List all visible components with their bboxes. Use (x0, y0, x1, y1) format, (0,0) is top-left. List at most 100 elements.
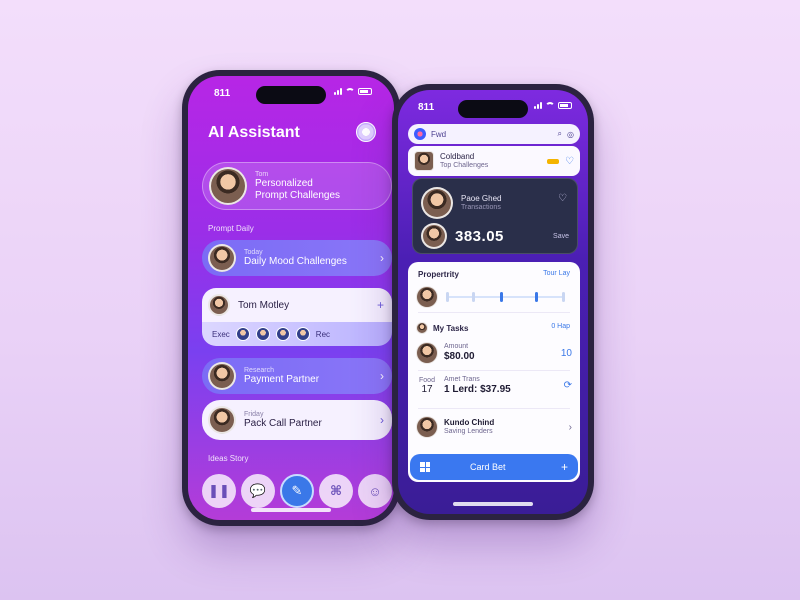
status-icons (534, 102, 572, 109)
avatar-row[interactable]: Exec Rec (202, 322, 392, 346)
balance-card-sub: Transactions (461, 203, 501, 211)
settings-icon[interactable]: ◎ (567, 130, 574, 139)
balance-card[interactable]: Paoe Ghed Transactions ♡ 383.05 Save (412, 178, 578, 254)
avatar (235, 327, 250, 341)
card-label: Pack Call Partner (244, 418, 322, 430)
hero-overline: Tom (255, 171, 269, 178)
notch (458, 100, 528, 118)
phone-finance: 811 Fwd ⌕ ◎ Coldband Top Challenges ♡ Pa… (392, 84, 594, 520)
emoji-icon[interactable]: ☺ (358, 474, 392, 508)
signal-icon (534, 102, 542, 109)
notch (256, 86, 326, 104)
card-label: Tom Motley (238, 299, 290, 311)
heart-icon[interactable]: ♡ (558, 193, 567, 204)
wifi-icon (345, 88, 355, 95)
slider-tick (561, 292, 565, 302)
hero-line2: Prompt Challenges (255, 189, 341, 201)
avatar (255, 327, 270, 341)
transaction-prefix: Food 17 (416, 377, 438, 395)
search-icon[interactable]: ⌕ (558, 129, 562, 139)
chat-icon[interactable]: 💬 (241, 474, 275, 508)
footer-label: Ideas Story (208, 454, 249, 463)
list-item[interactable]: Food 17 Amet Trans 1 Lerd: $37.95 ⟳ (416, 376, 572, 396)
tag-icon[interactable]: ⌘ (319, 474, 353, 508)
phone2-screen: 811 Fwd ⌕ ◎ Coldband Top Challenges ♡ Pa… (398, 90, 588, 514)
hero-card[interactable]: Tom Personalized Prompt Challenges (202, 162, 392, 210)
slider-tick (446, 292, 449, 302)
card-pack-call[interactable]: Friday Pack Call Partner › (202, 400, 392, 440)
chevron-right-icon: › (380, 369, 384, 383)
slider-tick (471, 292, 475, 302)
app-logo-icon (414, 128, 426, 140)
plus-icon[interactable]: + (377, 298, 384, 312)
search-label: Fwd (431, 129, 447, 139)
transaction-value: 1 Lerd: $37.95 (444, 384, 511, 396)
card-overline: Research (244, 366, 274, 374)
card-overline: Friday (244, 410, 264, 418)
battery-icon (558, 102, 572, 109)
avatar (209, 167, 247, 205)
avatar (416, 286, 438, 308)
tasks-action[interactable]: 0 Hap (551, 323, 570, 330)
home-indicator (251, 508, 331, 512)
signal-icon (334, 88, 342, 95)
card-daily-challenges[interactable]: Today Daily Mood Challenges › (202, 240, 392, 276)
avatar (208, 362, 236, 390)
card-overline: Today (244, 248, 263, 256)
card-label: Daily Mood Challenges (244, 256, 347, 268)
panel-action[interactable]: Tour Lay (543, 270, 570, 277)
avatar (416, 342, 438, 364)
cta-label: Card Bet (470, 462, 506, 472)
pause-icon[interactable]: ❚❚ (202, 474, 236, 508)
status-time: 811 (418, 102, 435, 113)
avatar (208, 294, 230, 316)
phone-ai-assistant: 811 AI Assistant Tom Personalized Prompt… (182, 70, 400, 526)
transaction-label: Kundo Chind (444, 418, 495, 428)
hero-line1: Personalized (255, 178, 313, 189)
range-slider[interactable] (446, 292, 565, 302)
wifi-icon (545, 102, 555, 109)
status-icons (334, 88, 372, 95)
avatar-row-trailing: Rec (315, 329, 331, 339)
bottom-dock: ❚❚ 💬 ✎ ⌘ ☺ (202, 472, 392, 510)
slider-handle[interactable] (534, 292, 538, 302)
edit-icon[interactable]: ✎ (280, 474, 314, 508)
avatar-row-label: Exec (212, 329, 230, 339)
plus-icon: + (560, 460, 568, 474)
phone1-screen: 811 AI Assistant Tom Personalized Prompt… (188, 76, 394, 520)
notification-card[interactable]: Coldband Top Challenges ♡ (408, 146, 580, 176)
chevron-right-icon: › (380, 413, 384, 427)
globe-icon[interactable] (356, 122, 376, 142)
windows-icon (420, 462, 430, 472)
details-panel: Propertrity Tour Lay My Tasks 0 Hap Amou… (408, 262, 580, 482)
list-item[interactable]: Amount $80.00 10 (416, 342, 572, 364)
tasks-header: My Tasks (416, 322, 468, 334)
avatar (295, 327, 310, 341)
transaction-action[interactable]: 10 (561, 348, 572, 359)
card-tom-motley[interactable]: Tom Motley + (202, 288, 392, 322)
clock-icon[interactable]: ⟳ (564, 380, 572, 391)
slider-row (416, 286, 565, 308)
list-item[interactable]: Kundo Chind Saving Lenders › (416, 416, 572, 438)
search-bar[interactable]: Fwd ⌕ ◎ (408, 124, 580, 144)
slider-handle[interactable] (500, 292, 504, 302)
status-badge (547, 158, 560, 164)
chevron-right-icon[interactable]: › (569, 422, 572, 433)
card-payment-partner[interactable]: Research Payment Partner › (202, 358, 392, 394)
section-label: Prompt Daily (208, 224, 254, 233)
transaction-value: $80.00 (444, 351, 475, 363)
balance-card-name: Paoe Ghed (461, 194, 502, 203)
page-title: AI Assistant (208, 124, 300, 141)
shield-icon: ♡ (565, 155, 574, 167)
save-link[interactable]: Save (553, 233, 569, 240)
notification-title: Coldband (440, 151, 475, 161)
avatar (416, 416, 438, 438)
transaction-sub: Saving Lenders (444, 427, 493, 435)
card-bet-button[interactable]: Card Bet + (410, 454, 578, 480)
card-label: Payment Partner (244, 374, 320, 386)
chevron-right-icon: › (380, 251, 384, 265)
avatar (208, 406, 236, 434)
avatar (208, 244, 236, 272)
avatar (421, 223, 447, 249)
avatar (414, 151, 434, 171)
